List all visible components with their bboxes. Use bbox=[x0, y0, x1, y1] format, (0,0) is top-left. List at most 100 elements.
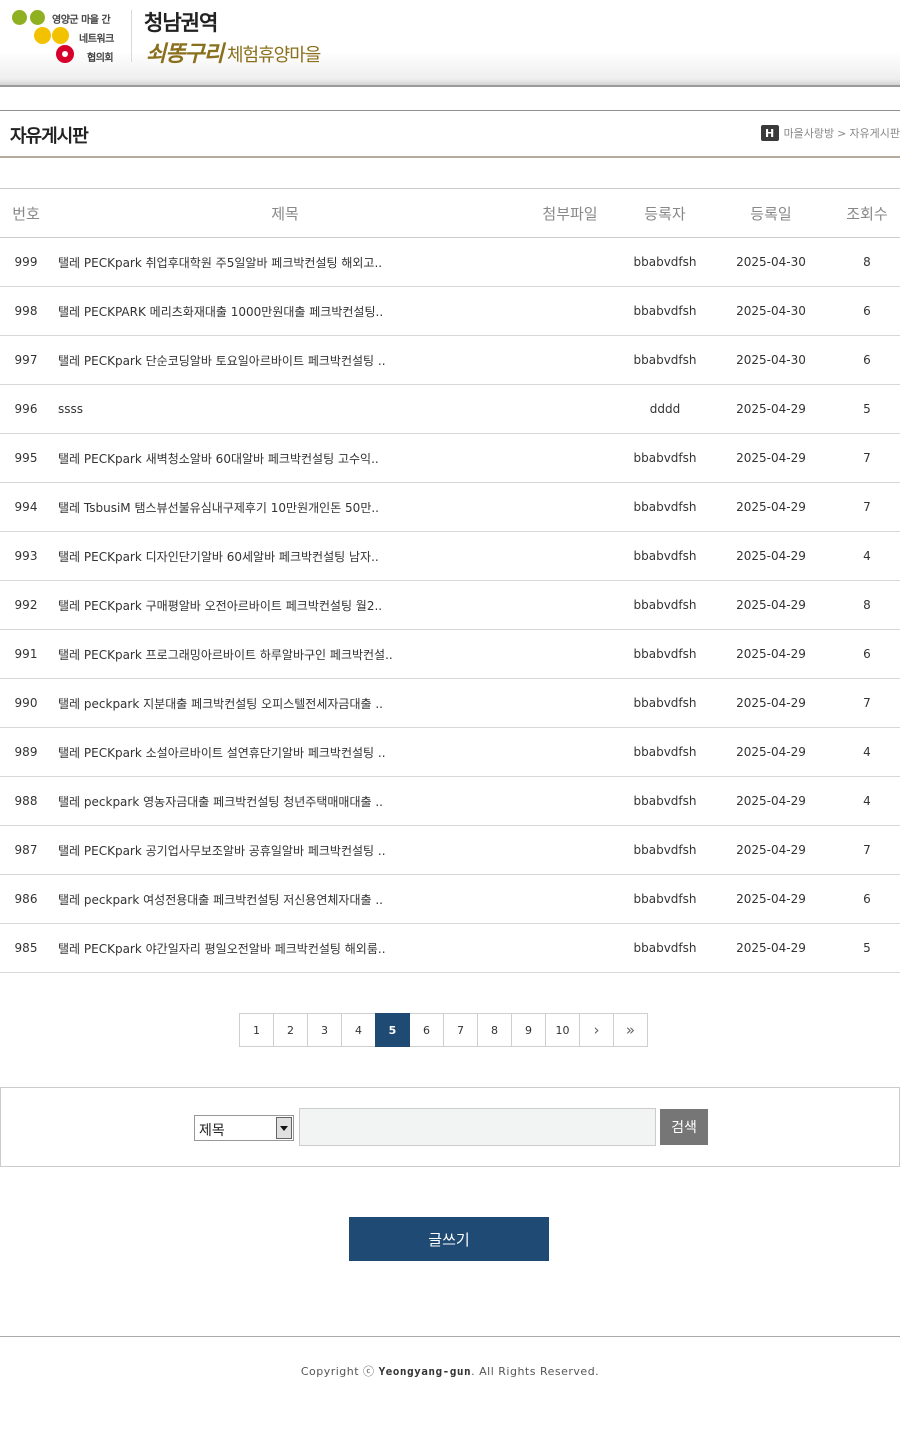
site-title-region[interactable]: 청남권역 bbox=[144, 7, 218, 37]
table-row[interactable]: 991 탤레 PECKpark 프로그래밍아르바이트 하루알바구인 페크박컨설..… bbox=[0, 629, 900, 679]
search-field-select[interactable]: 제목 bbox=[194, 1115, 294, 1141]
board-rows: 999 탤레 PECKpark 취업후대학원 주5일알바 페크박컨설팅 해외고..… bbox=[0, 237, 900, 973]
search-area: 제목 검색 bbox=[0, 1087, 900, 1167]
post-subject: 탤레 PECKpark 새벽청소알바 60대알바 페크박컨설팅 고수익.. bbox=[52, 433, 518, 483]
post-date: 2025-04-29 bbox=[708, 727, 834, 777]
post-views: 7 bbox=[834, 825, 900, 875]
post-writer: bbabvdfsh bbox=[622, 286, 708, 336]
post-subject-link[interactable]: 탤레 peckpark 지분대출 페크박컨설팅 오피스텔전세자금대출 .. bbox=[58, 697, 383, 711]
post-writer: bbabvdfsh bbox=[622, 629, 708, 679]
post-subject: 탤레 TsbusiM 탬스뷰선불유심내구제후기 10만원개인돈 50만.. bbox=[52, 482, 518, 532]
table-row[interactable]: 990 탤레 peckpark 지분대출 페크박컨설팅 오피스텔전세자금대출 ..… bbox=[0, 678, 900, 728]
site-title-village[interactable]: 쇠똥구리 체험휴양마을 bbox=[146, 36, 321, 68]
post-views: 6 bbox=[834, 335, 900, 385]
post-attachment bbox=[518, 531, 622, 581]
post-subject-link[interactable]: 탤레 PECKpark 단순코딩알바 토요일아르바이트 페크박컨설팅 .. bbox=[58, 354, 386, 368]
post-subject-link[interactable]: ssss bbox=[58, 402, 83, 416]
home-icon[interactable]: H bbox=[760, 125, 779, 141]
site-title-rest: 체험휴양마을 bbox=[226, 45, 321, 66]
logo-mark-icon bbox=[52, 27, 69, 44]
post-date: 2025-04-30 bbox=[708, 237, 834, 287]
search-input[interactable] bbox=[299, 1108, 656, 1146]
post-attachment bbox=[518, 825, 622, 875]
post-subject-link[interactable]: 탤레 TsbusiM 탬스뷰선불유심내구제후기 10만원개인돈 50만.. bbox=[58, 501, 379, 515]
post-subject: 탤레 peckpark 여성전용대출 페크박컨설팅 저신용연체자대출 .. bbox=[52, 874, 518, 924]
post-number: 999 bbox=[0, 237, 52, 287]
post-attachment bbox=[518, 629, 622, 679]
post-subject-link[interactable]: 탤레 PECKpark 프로그래밍아르바이트 하루알바구인 페크박컨설.. bbox=[58, 648, 393, 662]
breadcrumb-item-village-room[interactable]: 마을사랑방 bbox=[784, 125, 835, 141]
column-header-attachment: 첨부파일 bbox=[518, 188, 622, 238]
post-subject-link[interactable]: 탤레 PECKpark 공기업사무보조알바 공휴일알바 페크박컨설팅 .. bbox=[58, 844, 386, 858]
breadcrumb-item-free-board[interactable]: 자유게시판 bbox=[849, 125, 900, 141]
post-subject-link[interactable]: 탤레 PECKPARK 메리츠화재대출 1000만원대출 페크박컨설팅.. bbox=[58, 305, 383, 319]
column-header-writer: 등록자 bbox=[622, 188, 708, 238]
last-page-icon[interactable]: » bbox=[613, 1013, 648, 1047]
table-row[interactable]: 985 탤레 PECKpark 야간일자리 평일오전알바 페크박컨설팅 해외룸..… bbox=[0, 923, 900, 973]
search-button[interactable]: 검색 bbox=[660, 1109, 708, 1145]
post-attachment bbox=[518, 874, 622, 924]
post-attachment bbox=[518, 776, 622, 826]
table-row[interactable]: 994 탤레 TsbusiM 탬스뷰선불유심내구제후기 10만원개인돈 50만..… bbox=[0, 482, 900, 532]
dropdown-arrow-icon[interactable] bbox=[276, 1117, 292, 1139]
post-number: 997 bbox=[0, 335, 52, 385]
page-button-10[interactable]: 10 bbox=[545, 1013, 580, 1047]
network-logo[interactable]: 영양군 마을 간 네트워크 협의회 bbox=[12, 10, 120, 64]
table-row[interactable]: 988 탤레 peckpark 영농자금대출 페크박컨설팅 청년주택매매대출 ..… bbox=[0, 776, 900, 826]
page-button-8[interactable]: 8 bbox=[477, 1013, 512, 1047]
table-row[interactable]: 986 탤레 peckpark 여성전용대출 페크박컨설팅 저신용연체자대출 ..… bbox=[0, 874, 900, 924]
write-post-button[interactable]: 글쓰기 bbox=[349, 1217, 549, 1261]
search-field-selected: 제목 bbox=[199, 1123, 225, 1139]
table-row[interactable]: 992 탤레 PECKpark 구매평알바 오전아르바이트 페크박컨설팅 월2..… bbox=[0, 580, 900, 630]
post-views: 5 bbox=[834, 923, 900, 973]
page-button-3[interactable]: 3 bbox=[307, 1013, 342, 1047]
post-views: 5 bbox=[834, 384, 900, 434]
post-date: 2025-04-29 bbox=[708, 482, 834, 532]
post-subject: 탤레 PECKpark 공기업사무보조알바 공휴일알바 페크박컨설팅 .. bbox=[52, 825, 518, 875]
post-writer: bbabvdfsh bbox=[622, 874, 708, 924]
page-button-4[interactable]: 4 bbox=[341, 1013, 376, 1047]
logo-mark-icon bbox=[30, 10, 45, 25]
table-row[interactable]: 993 탤레 PECKpark 디자인단기알바 60세알바 페크박컨설팅 남자..… bbox=[0, 531, 900, 581]
post-attachment bbox=[518, 727, 622, 777]
logo-text-line-3: 협의회 bbox=[87, 53, 114, 64]
post-subject-link[interactable]: 탤레 PECKpark 디자인단기알바 60세알바 페크박컨설팅 남자.. bbox=[58, 550, 379, 564]
page-button-1[interactable]: 1 bbox=[239, 1013, 274, 1047]
page-button-2[interactable]: 2 bbox=[273, 1013, 308, 1047]
post-writer: bbabvdfsh bbox=[622, 335, 708, 385]
post-subject-link[interactable]: 탤레 PECKpark 구매평알바 오전아르바이트 페크박컨설팅 월2.. bbox=[58, 599, 382, 613]
post-attachment bbox=[518, 678, 622, 728]
post-attachment bbox=[518, 482, 622, 532]
post-subject-link[interactable]: 탤레 PECKpark 야간일자리 평일오전알바 페크박컨설팅 해외룸.. bbox=[58, 942, 386, 956]
column-header-date: 등록일 bbox=[708, 188, 834, 238]
table-row[interactable]: 999 탤레 PECKpark 취업후대학원 주5일알바 페크박컨설팅 해외고..… bbox=[0, 237, 900, 287]
post-date: 2025-04-30 bbox=[708, 335, 834, 385]
next-page-icon[interactable]: › bbox=[579, 1013, 614, 1047]
post-subject-link[interactable]: 탤레 PECKpark 새벽청소알바 60대알바 페크박컨설팅 고수익.. bbox=[58, 452, 379, 466]
table-row[interactable]: 997 탤레 PECKpark 단순코딩알바 토요일아르바이트 페크박컨설팅 ..… bbox=[0, 335, 900, 385]
post-subject-link[interactable]: 탤레 peckpark 여성전용대출 페크박컨설팅 저신용연체자대출 .. bbox=[58, 893, 383, 907]
site-footer: Copyright ⓒ Yeongyang-gun. All Rights Re… bbox=[0, 1336, 900, 1437]
post-subject-link[interactable]: 탤레 peckpark 영농자금대출 페크박컨설팅 청년주택매매대출 .. bbox=[58, 795, 383, 809]
post-subject: 탤레 PECKpark 디자인단기알바 60세알바 페크박컨설팅 남자.. bbox=[52, 531, 518, 581]
table-row[interactable]: 989 탤레 PECKpark 소설아르바이트 설연휴단기알바 페크박컨설팅 ..… bbox=[0, 727, 900, 777]
post-number: 993 bbox=[0, 531, 52, 581]
post-subject-link[interactable]: 탤레 PECKpark 취업후대학원 주5일알바 페크박컨설팅 해외고.. bbox=[58, 256, 382, 270]
post-number: 992 bbox=[0, 580, 52, 630]
page-button-5[interactable]: 5 bbox=[375, 1013, 410, 1047]
copyright-brand: Yeongyang-gun bbox=[378, 1365, 472, 1378]
page-button-7[interactable]: 7 bbox=[443, 1013, 478, 1047]
post-date: 2025-04-29 bbox=[708, 629, 834, 679]
table-row[interactable]: 996 ssss dddd 2025-04-29 5 bbox=[0, 384, 900, 434]
table-row[interactable]: 998 탤레 PECKPARK 메리츠화재대출 1000만원대출 페크박컨설팅..… bbox=[0, 286, 900, 336]
post-subject-link[interactable]: 탤레 PECKpark 소설아르바이트 설연휴단기알바 페크박컨설팅 .. bbox=[58, 746, 386, 760]
board-table: 번호 제목 첨부파일 등록자 등록일 조회수 999 탤레 PECKpark 취업… bbox=[0, 188, 900, 973]
page-title: 자유게시판 bbox=[10, 126, 89, 147]
post-views: 7 bbox=[834, 482, 900, 532]
page-button-6[interactable]: 6 bbox=[409, 1013, 444, 1047]
table-row[interactable]: 987 탤레 PECKpark 공기업사무보조알바 공휴일알바 페크박컨설팅 ..… bbox=[0, 825, 900, 875]
table-row[interactable]: 995 탤레 PECKpark 새벽청소알바 60대알바 페크박컨설팅 고수익..… bbox=[0, 433, 900, 483]
column-header-number: 번호 bbox=[0, 188, 52, 238]
page-button-9[interactable]: 9 bbox=[511, 1013, 546, 1047]
post-number: 989 bbox=[0, 727, 52, 777]
